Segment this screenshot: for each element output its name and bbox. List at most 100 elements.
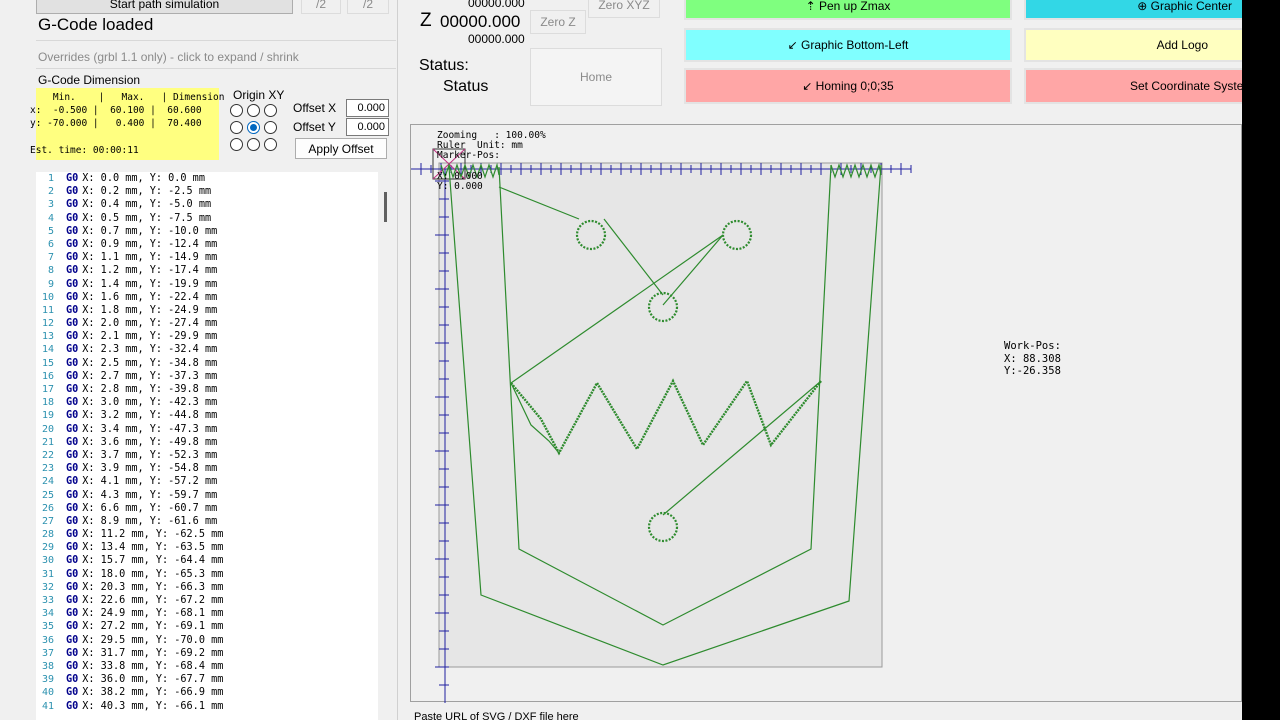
gcode-params: X: 2.1 mm, Y: -29.9 mm	[82, 331, 218, 343]
gcode-params: X: 33.8 mm, Y: -68.4 mm	[82, 660, 224, 672]
code-line[interactable]: 5 G0 X: 0.7 mm, Y: -10.0 mm	[36, 225, 378, 238]
code-line[interactable]: 7 G0 X: 1.1 mm, Y: -14.9 mm	[36, 251, 378, 264]
code-line[interactable]: 8 G0 X: 1.2 mm, Y: -17.4 mm	[36, 264, 378, 277]
gcode-params: X: 8.9 mm, Y: -61.6 mm	[82, 515, 218, 527]
line-number: 39	[41, 674, 54, 686]
code-line[interactable]: 2 G0 X: 0.2 mm, Y: -2.5 mm	[36, 185, 378, 198]
offset-x-label: Offset X	[293, 101, 337, 115]
code-line[interactable]: 41 G0 X: 40.3 mm, Y: -66.1 mm	[36, 700, 378, 713]
separator	[36, 40, 396, 41]
marker-y-value: Y: 0.000	[437, 181, 483, 192]
gcode-params: X: 3.4 mm, Y: -47.3 mm	[82, 423, 218, 435]
line-number: 26	[41, 502, 54, 514]
start-simulation-button[interactable]: Start path simulation	[36, 0, 293, 14]
line-number: 1	[47, 173, 54, 184]
line-number: 21	[41, 436, 54, 448]
code-line[interactable]: 23 G0 X: 3.9 mm, Y: -54.8 mm	[36, 462, 378, 475]
status-label: Status:	[419, 57, 469, 74]
paste-url-hint[interactable]: Paste URL of SVG / DXF file here	[414, 711, 579, 720]
offset-x-input[interactable]: 0.000	[346, 99, 389, 117]
gcode-command: G0	[66, 647, 79, 659]
gcode-command: G0	[66, 173, 79, 184]
editor-scrollbar-thumb[interactable]	[384, 192, 387, 222]
code-line[interactable]: 27 G0 X: 8.9 mm, Y: -61.6 mm	[36, 515, 378, 528]
code-line[interactable]: 1 G0 X: 0.0 mm, Y: 0.0 mm	[36, 172, 378, 185]
code-line[interactable]: 34 G0 X: 24.9 mm, Y: -68.1 mm	[36, 607, 378, 620]
offset-y-label: Offset Y	[293, 120, 336, 134]
code-line[interactable]: 26 G0 X: 6.6 mm, Y: -60.7 mm	[36, 502, 378, 515]
code-line[interactable]: 38 G0 X: 33.8 mm, Y: -68.4 mm	[36, 660, 378, 673]
home-button[interactable]: Home	[530, 48, 662, 106]
code-line[interactable]: 15 G0 X: 2.5 mm, Y: -34.8 mm	[36, 357, 378, 370]
pen-up-button[interactable]: ⇡ Pen up Zmax	[684, 0, 1012, 20]
divide-button-1[interactable]: /2	[301, 0, 341, 14]
gcode-params: X: 2.5 mm, Y: -34.8 mm	[82, 357, 218, 369]
code-line[interactable]: 33 G0 X: 22.6 mm, Y: -67.2 mm	[36, 594, 378, 607]
code-line[interactable]: 25 G0 X: 4.3 mm, Y: -59.7 mm	[36, 489, 378, 502]
origin-radio-top-right[interactable]	[264, 104, 277, 117]
editor-scrollbar[interactable]	[378, 172, 396, 720]
gcode-editor[interactable]: 1 G0 X: 0.0 mm, Y: 0.0 mm 2 G0 X: 0.2 mm, Y: …	[36, 172, 378, 720]
gcode-params: X: 1.2 mm, Y: -17.4 mm	[82, 265, 218, 277]
origin-radio-mid-right[interactable]	[264, 121, 277, 134]
code-line[interactable]: 6 G0 X: 0.9 mm, Y: -12.4 mm	[36, 238, 378, 251]
code-line[interactable]: 24 G0 X: 4.1 mm, Y: -57.2 mm	[36, 475, 378, 488]
origin-radio-bottom-left[interactable]	[230, 138, 243, 151]
line-number: 29	[41, 542, 54, 554]
code-line[interactable]: 31 G0 X: 18.0 mm, Y: -65.3 mm	[36, 568, 378, 581]
overrides-toggle[interactable]: Overrides (grbl 1.1 only) - click to exp…	[38, 50, 299, 64]
code-line[interactable]: 18 G0 X: 3.0 mm, Y: -42.3 mm	[36, 396, 378, 409]
code-line[interactable]: 36 G0 X: 29.5 mm, Y: -70.0 mm	[36, 634, 378, 647]
status-value: Status	[443, 78, 489, 95]
code-line[interactable]: 14 G0 X: 2.3 mm, Y: -32.4 mm	[36, 343, 378, 356]
zero-xyz-button[interactable]: Zero XYZ	[588, 0, 660, 18]
separator	[36, 68, 396, 69]
code-line[interactable]: 22 G0 X: 3.7 mm, Y: -52.3 mm	[36, 449, 378, 462]
offset-y-input[interactable]: 0.000	[346, 118, 389, 136]
code-line[interactable]: 3 G0 X: 0.4 mm, Y: -5.0 mm	[36, 198, 378, 211]
code-line[interactable]: 9 G0 X: 1.4 mm, Y: -19.9 mm	[36, 278, 378, 291]
code-line[interactable]: 29 G0 X: 13.4 mm, Y: -63.5 mm	[36, 541, 378, 554]
origin-radio-bottom-right[interactable]	[264, 138, 277, 151]
line-number: 4	[47, 212, 54, 224]
code-line[interactable]: 40 G0 X: 38.2 mm, Y: -66.9 mm	[36, 686, 378, 699]
code-line[interactable]: 16 G0 X: 2.7 mm, Y: -37.3 mm	[36, 370, 378, 383]
code-line[interactable]: 12 G0 X: 2.0 mm, Y: -27.4 mm	[36, 317, 378, 330]
code-line[interactable]: 32 G0 X: 20.3 mm, Y: -66.3 mm	[36, 581, 378, 594]
code-line[interactable]: 21 G0 X: 3.6 mm, Y: -49.8 mm	[36, 436, 378, 449]
apply-offset-button[interactable]: Apply Offset	[295, 138, 387, 159]
preview-canvas[interactable]: Zooming : 100.00% Ruler Unit: mm Marker-…	[410, 124, 1242, 703]
homing-button[interactable]: ↙ Homing 0;0;35	[684, 68, 1012, 104]
origin-radio-top-center[interactable]	[247, 104, 260, 117]
zero-z-button[interactable]: Zero Z	[530, 10, 586, 34]
line-number: 18	[41, 397, 54, 409]
gcode-command: G0	[66, 476, 79, 488]
gcode-command: G0	[66, 529, 79, 541]
code-line[interactable]: 35 G0 X: 27.2 mm, Y: -69.1 mm	[36, 620, 378, 633]
gcode-params: X: 2.7 mm, Y: -37.3 mm	[82, 370, 218, 382]
code-line[interactable]: 20 G0 X: 3.4 mm, Y: -47.3 mm	[36, 423, 378, 436]
origin-radio-center[interactable]	[247, 121, 260, 134]
code-line[interactable]: 10 G0 X: 1.6 mm, Y: -22.4 mm	[36, 291, 378, 304]
origin-label: Origin XY	[233, 88, 285, 102]
line-number: 37	[41, 647, 54, 659]
graphic-bottom-left-button[interactable]: ↙ Graphic Bottom-Left	[684, 28, 1012, 62]
code-line[interactable]: 37 G0 X: 31.7 mm, Y: -69.2 mm	[36, 647, 378, 660]
gcode-params: X: 15.7 mm, Y: -64.4 mm	[82, 555, 224, 567]
code-line[interactable]: 17 G0 X: 2.8 mm, Y: -39.8 mm	[36, 383, 378, 396]
gcode-command: G0	[66, 449, 79, 461]
code-line[interactable]: 39 G0 X: 36.0 mm, Y: -67.7 mm	[36, 673, 378, 686]
divide-button-2[interactable]: /2	[347, 0, 389, 14]
line-number: 38	[41, 660, 54, 672]
origin-radio-mid-left[interactable]	[230, 121, 243, 134]
code-line[interactable]: 4 G0 X: 0.5 mm, Y: -7.5 mm	[36, 212, 378, 225]
code-line[interactable]: 28 G0 X: 11.2 mm, Y: -62.5 mm	[36, 528, 378, 541]
gcode-command: G0	[66, 634, 79, 646]
origin-radio-bottom-center[interactable]	[247, 138, 260, 151]
gcode-params: X: 4.1 mm, Y: -57.2 mm	[82, 476, 218, 488]
code-line[interactable]: 19 G0 X: 3.2 mm, Y: -44.8 mm	[36, 409, 378, 422]
code-line[interactable]: 30 G0 X: 15.7 mm, Y: -64.4 mm	[36, 554, 378, 567]
code-line[interactable]: 11 G0 X: 1.8 mm, Y: -24.9 mm	[36, 304, 378, 317]
origin-radio-top-left[interactable]	[230, 104, 243, 117]
code-line[interactable]: 13 G0 X: 2.1 mm, Y: -29.9 mm	[36, 330, 378, 343]
